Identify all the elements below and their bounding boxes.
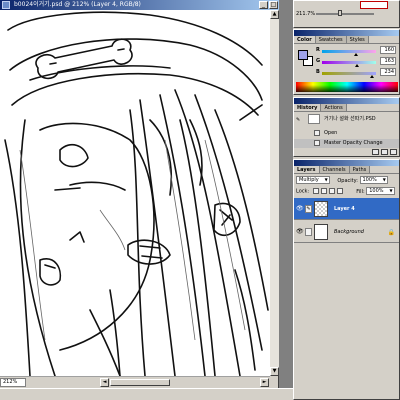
tab-history[interactable]: History <box>294 104 322 111</box>
tab-swatches[interactable]: Swatches <box>315 36 347 43</box>
horizontal-scroll-thumb[interactable] <box>110 379 170 386</box>
color-tabs: Color Swatches Styles <box>294 36 399 44</box>
visibility-eye-icon[interactable]: 👁 <box>296 229 304 235</box>
layers-tabs: Layers Channels Paths <box>294 166 399 174</box>
layer-name: Layer 4 <box>334 206 355 212</box>
layer-name: Background <box>334 229 364 235</box>
blend-mode-select[interactable]: Multiply <box>296 176 330 184</box>
layer-thumbnail <box>314 201 328 217</box>
opacity-label: Opacity: <box>337 177 358 184</box>
history-snapshot-thumbnail <box>308 114 320 124</box>
lock-fill-row: Lock: Fill: 100% <box>296 187 395 196</box>
new-snapshot-icon[interactable] <box>381 149 388 155</box>
tab-channels[interactable]: Channels <box>319 166 350 173</box>
green-label: G <box>316 58 321 64</box>
scroll-up-arrow-icon[interactable]: ▲ <box>270 10 279 19</box>
document-title: b0024이거기.psd @ 212% (Layer 4, RGB/8) <box>14 1 141 8</box>
lineart-drawing <box>4 11 269 376</box>
layer-lock-icon: 🔒 <box>387 229 395 236</box>
green-slider-knob[interactable] <box>354 64 359 67</box>
horizontal-scrollbar[interactable]: 212% ◄ ► <box>0 376 270 388</box>
fill-field[interactable]: 100% <box>366 187 395 195</box>
history-snapshot-row[interactable]: ✎ 거기나 설화 선따기.PSD <box>294 113 399 125</box>
tab-paths[interactable]: Paths <box>349 166 371 173</box>
green-value-field[interactable]: 163 <box>380 57 396 65</box>
blue-slider-knob[interactable] <box>369 75 374 78</box>
history-step-icon <box>314 130 320 136</box>
lock-transparency-icon[interactable] <box>312 188 319 194</box>
blue-slider[interactable] <box>322 72 376 75</box>
scroll-down-arrow-icon[interactable]: ▼ <box>270 367 279 376</box>
palette-column: 211.7% Color Swatches Styles R 160 G 163… <box>293 0 400 400</box>
foreground-color-swatch[interactable] <box>298 50 308 60</box>
red-slider-knob[interactable] <box>353 53 358 56</box>
layer-row[interactable]: 👁 Background 🔒 <box>294 221 399 243</box>
history-item-label: Open <box>324 130 338 136</box>
document-titlebar[interactable]: b0024이거기.psd @ 212% (Layer 4, RGB/8) _ □ <box>0 0 279 10</box>
tab-actions[interactable]: Actions <box>321 104 347 111</box>
red-slider[interactable] <box>322 50 376 53</box>
layer-row-active[interactable]: 👁 ✎ Layer 4 <box>294 198 399 220</box>
green-slider-row: G 163 <box>316 57 398 67</box>
red-value-field[interactable]: 160 <box>380 46 396 54</box>
document-window: b0024이거기.psd @ 212% (Layer 4, RGB/8) _ □ <box>0 0 279 388</box>
history-item[interactable]: Open <box>294 127 399 139</box>
maximize-button[interactable]: □ <box>269 1 278 9</box>
tab-layers[interactable]: Layers <box>294 166 320 173</box>
scroll-left-arrow-icon[interactable]: ◄ <box>100 378 109 387</box>
red-slider-row: R 160 <box>316 46 398 56</box>
history-panel: History Actions ✎ 거기나 설화 선따기.PSD Open Ma… <box>293 97 400 157</box>
paintbrush-icon[interactable]: ✎ <box>305 205 312 213</box>
blue-slider-row: B 234 <box>316 68 398 78</box>
navigator-zoom[interactable]: 211.7% <box>296 11 315 17</box>
layer-thumbnail <box>314 224 328 240</box>
photoshop-doc-icon <box>2 1 10 9</box>
opacity-field[interactable]: 100% <box>359 176 388 184</box>
history-footer <box>372 149 397 155</box>
navigator-zoom-slider[interactable] <box>316 13 374 15</box>
history-item-label: Master Opacity Change <box>324 140 383 146</box>
history-item-selected[interactable]: Master Opacity Change <box>294 139 399 148</box>
history-snapshot-label: 거기나 설화 선따기.PSD <box>324 116 376 122</box>
history-step-icon <box>314 140 320 146</box>
navigator-thumbnail[interactable] <box>360 1 388 9</box>
blue-label: B <box>316 69 320 75</box>
blue-value-field[interactable]: 234 <box>380 68 396 76</box>
layers-panel: Layers Channels Paths Multiply Opacity: … <box>293 159 400 400</box>
status-bar <box>0 388 293 400</box>
fill-label: Fill: <box>356 188 365 195</box>
navigator-zoom-knob[interactable] <box>338 10 342 16</box>
drawing-canvas[interactable] <box>0 10 270 376</box>
green-slider[interactable] <box>322 61 376 64</box>
new-document-icon[interactable] <box>372 149 379 155</box>
red-label: R <box>316 47 320 53</box>
color-panel: Color Swatches Styles R 160 G 163 B 234 <box>293 29 400 95</box>
zoom-level-field[interactable]: 212% <box>0 378 26 387</box>
color-spectrum-bar[interactable] <box>296 82 398 92</box>
tab-color[interactable]: Color <box>294 36 316 43</box>
blend-opacity-row: Multiply Opacity: 100% <box>296 176 388 185</box>
trash-icon[interactable] <box>390 149 397 155</box>
scroll-right-arrow-icon[interactable]: ► <box>260 378 269 387</box>
layer-link-slot[interactable] <box>305 228 312 236</box>
navigator-panel: 211.7% <box>293 0 400 28</box>
lock-all-icon[interactable] <box>336 188 343 194</box>
tab-styles[interactable]: Styles <box>346 36 369 43</box>
history-brush-source-icon[interactable]: ✎ <box>296 114 306 124</box>
minimize-button[interactable]: _ <box>259 1 268 9</box>
visibility-eye-icon[interactable]: 👁 <box>296 206 304 212</box>
history-tabs: History Actions <box>294 104 399 112</box>
lock-position-icon[interactable] <box>328 188 335 194</box>
lock-pixels-icon[interactable] <box>320 188 327 194</box>
vertical-scrollbar[interactable]: ▲ ▼ <box>270 10 279 376</box>
lock-label: Lock: <box>296 188 310 195</box>
